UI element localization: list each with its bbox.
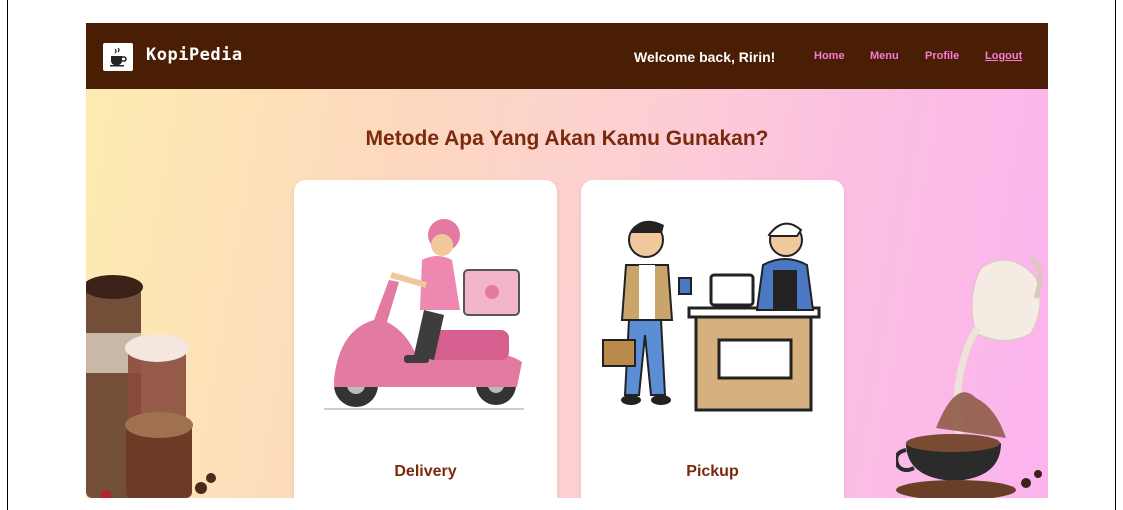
milk-pour-coffee-icon bbox=[896, 255, 1043, 498]
nav-link-profile[interactable]: Profile bbox=[925, 50, 959, 62]
nav-link-menu[interactable]: Menu bbox=[870, 50, 899, 62]
delivery-label: Delivery bbox=[394, 463, 457, 480]
frame-border-left bbox=[7, 0, 8, 510]
counter-pickup-icon bbox=[602, 220, 821, 412]
page-title: Metode Apa Yang Akan Kamu Gunakan? bbox=[365, 127, 769, 150]
iced-coffee-drinks-icon bbox=[86, 275, 216, 498]
app-window: KopiPedia Welcome back, Ririn! Home Menu… bbox=[86, 23, 1048, 498]
navbar: KopiPedia Welcome back, Ririn! Home Menu… bbox=[86, 23, 1048, 89]
scooter-delivery-icon bbox=[324, 219, 524, 410]
nav-link-home[interactable]: Home bbox=[814, 50, 845, 62]
delivery-option-card[interactable]: Delivery bbox=[294, 180, 557, 498]
pickup-label: Pickup bbox=[686, 463, 739, 480]
brand-name[interactable]: KopiPedia bbox=[146, 45, 243, 65]
welcome-message: Welcome back, Ririn! bbox=[634, 49, 776, 65]
coffee-logo-icon[interactable] bbox=[103, 43, 133, 71]
nav-link-logout[interactable]: Logout bbox=[985, 50, 1022, 62]
pickup-option-card[interactable]: Pickup bbox=[581, 180, 844, 498]
frame-border-right bbox=[1115, 0, 1116, 510]
